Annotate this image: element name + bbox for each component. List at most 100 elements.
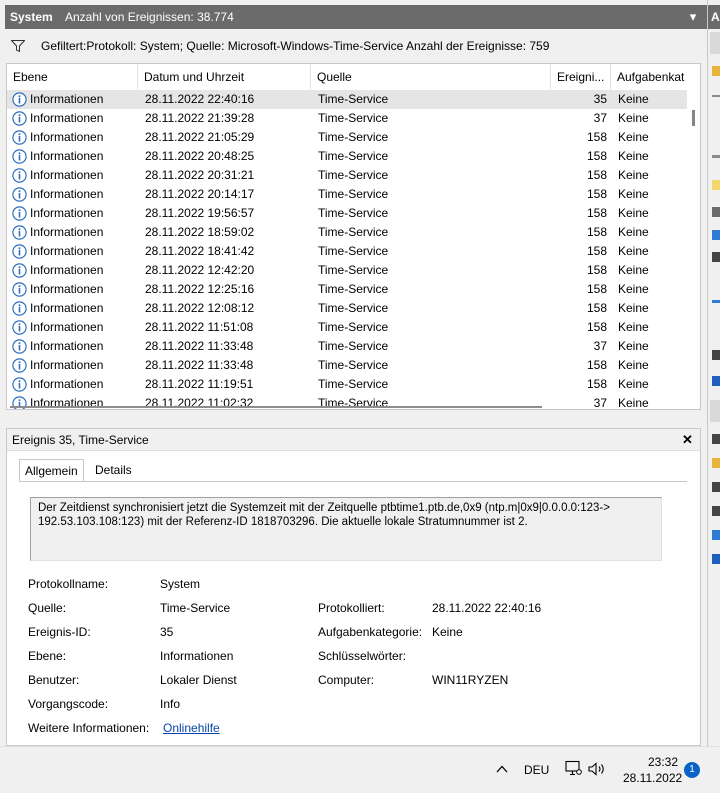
notification-badge[interactable]: 1 (684, 762, 700, 778)
cell-datetime: 28.11.2022 12:42:20 (145, 263, 255, 277)
clock-time[interactable]: 23:32 (648, 755, 678, 769)
scrollbar-thumb[interactable] (10, 406, 542, 408)
action-icon[interactable] (712, 506, 720, 516)
action-icon[interactable] (712, 300, 720, 303)
cell-level: Informationen (30, 111, 104, 125)
action-icon[interactable] (712, 482, 720, 492)
table-row[interactable]: Informationen 28.11.2022 20:31:21 Time-Ser… (7, 166, 687, 185)
table-row[interactable]: Informationen 28.11.2022 12:25:16 Time-Ser… (7, 280, 687, 299)
cell-level: Informationen (30, 225, 104, 239)
value-aufgabenkategorie: Keine (432, 625, 463, 639)
language-indicator[interactable]: DEU (524, 763, 549, 777)
column-header-event-id[interactable]: Ereigni... (551, 64, 611, 90)
close-icon[interactable]: ✕ (682, 429, 693, 451)
cell-source: Time-Service (318, 187, 389, 201)
vertical-scrollbar[interactable] (687, 90, 700, 395)
cell-datetime: 28.11.2022 20:14:17 (145, 187, 255, 201)
cell-event-id: 158 (586, 377, 607, 391)
cell-event-id: 158 (586, 187, 607, 201)
cell-datetime: 28.11.2022 21:39:28 (145, 111, 255, 125)
cell-source: Time-Service (318, 92, 389, 106)
label-protokolliert: Protokolliert: (318, 601, 385, 615)
table-row[interactable]: Informationen 28.11.2022 19:56:57 Time-Ser… (7, 204, 687, 223)
cell-task-category: Keine (618, 263, 649, 277)
table-row[interactable]: Informationen 28.11.2022 18:41:42 Time-Ser… (7, 242, 687, 261)
action-icon[interactable] (712, 376, 720, 386)
label-ebene: Ebene: (28, 649, 67, 663)
action-icon[interactable] (712, 350, 720, 360)
label-benutzer: Benutzer: (28, 673, 80, 687)
tab-allgemein[interactable]: Allgemein (19, 459, 84, 482)
network-icon[interactable] (565, 760, 582, 777)
clock-date[interactable]: 28.11.2022 (623, 771, 682, 785)
cell-event-id: 158 (586, 149, 607, 163)
info-icon (12, 92, 27, 107)
table-row[interactable]: Informationen 28.11.2022 11:33:48 Time-Ser… (7, 356, 687, 375)
action-icon[interactable] (712, 458, 720, 468)
cell-datetime: 28.11.2022 12:25:16 (145, 282, 255, 296)
column-header-source[interactable]: Quelle (311, 64, 551, 90)
cell-datetime: 28.11.2022 19:56:57 (145, 206, 255, 220)
actions-pane-section[interactable] (710, 32, 720, 54)
horizontal-scrollbar[interactable] (7, 406, 687, 409)
table-row[interactable]: Informationen 28.11.2022 12:08:12 Time-Ser… (7, 299, 687, 318)
cell-event-id: 158 (586, 263, 607, 277)
info-icon (12, 244, 27, 259)
cell-task-category: Keine (618, 301, 649, 315)
cell-event-id: 37 (593, 339, 607, 353)
speaker-icon[interactable] (588, 762, 606, 776)
cell-level: Informationen (30, 377, 104, 391)
table-body: Informationen 28.11.2022 22:40:16 Time-Ser… (7, 90, 687, 409)
cell-level: Informationen (30, 130, 104, 144)
cell-level: Informationen (30, 187, 104, 201)
action-icon[interactable] (712, 252, 720, 262)
table-row[interactable]: Informationen 28.11.2022 20:48:25 Time-Ser… (7, 147, 687, 166)
cell-datetime: 28.11.2022 11:33:48 (145, 358, 254, 372)
table-row[interactable]: Informationen 28.11.2022 21:05:29 Time-Ser… (7, 128, 687, 147)
value-ebene: Informationen (160, 649, 234, 663)
chevron-up-icon[interactable] (496, 765, 508, 773)
column-header-datetime[interactable]: Datum und Uhrzeit (138, 64, 311, 90)
cell-datetime: 28.11.2022 21:05:29 (145, 130, 255, 144)
label-ereignis-id: Ereignis-ID: (28, 625, 91, 639)
info-icon (12, 339, 27, 354)
cell-source: Time-Service (318, 282, 389, 296)
table-row[interactable]: Informationen 28.11.2022 21:39:28 Time-Ser… (7, 109, 687, 128)
label-computer: Computer: (318, 673, 375, 687)
cell-level: Informationen (30, 282, 104, 296)
action-icon[interactable] (712, 66, 720, 76)
table-row[interactable]: Informationen 28.11.2022 12:42:20 Time-Ser… (7, 261, 687, 280)
label-protokollname: Protokollname: (28, 577, 109, 591)
actions-pane: A (707, 0, 720, 746)
table-row[interactable]: Informationen 28.11.2022 11:33:48 Time-Ser… (7, 337, 687, 356)
event-message[interactable]: Der Zeitdienst synchronisiert jetzt die … (30, 497, 662, 561)
cell-level: Informationen (30, 206, 104, 220)
table-row[interactable]: Informationen 28.11.2022 20:14:17 Time-Ser… (7, 185, 687, 204)
column-header-level[interactable]: Ebene (7, 64, 138, 90)
table-row[interactable]: Informationen 28.11.2022 22:40:16 Time-Ser… (7, 90, 687, 109)
cell-event-id: 37 (593, 111, 607, 125)
cell-source: Time-Service (318, 225, 389, 239)
action-icon[interactable] (712, 155, 720, 158)
action-icon[interactable] (712, 180, 720, 190)
column-header-task-category[interactable]: Aufgabenkat (611, 64, 687, 90)
scrollbar-thumb[interactable] (692, 110, 695, 126)
action-icon[interactable] (712, 530, 720, 540)
tab-details[interactable]: Details (90, 459, 137, 481)
action-icon[interactable] (712, 95, 720, 97)
actions-pane-section[interactable] (710, 400, 720, 422)
table-row[interactable]: Informationen 28.11.2022 11:51:08 Time-Ser… (7, 318, 687, 337)
event-detail-pane: Ereignis 35, Time-Service ✕ Allgemein De… (6, 428, 701, 746)
cell-level: Informationen (30, 149, 104, 163)
collapse-icon[interactable]: ▾ (687, 5, 699, 29)
table-row[interactable]: Informationen 28.11.2022 11:19:51 Time-Ser… (7, 375, 687, 394)
action-icon[interactable] (712, 434, 720, 444)
online-help-link[interactable]: Onlinehilfe (163, 721, 220, 735)
action-icon[interactable] (712, 554, 720, 564)
action-icon[interactable] (712, 207, 720, 217)
value-vorgangscode: Info (160, 697, 181, 711)
cell-source: Time-Service (318, 301, 389, 315)
action-icon[interactable] (712, 230, 720, 240)
table-row[interactable]: Informationen 28.11.2022 18:59:02 Time-Ser… (7, 223, 687, 242)
log-title-bar: System Anzahl von Ereignissen: 38.774 ▾ (5, 5, 707, 29)
